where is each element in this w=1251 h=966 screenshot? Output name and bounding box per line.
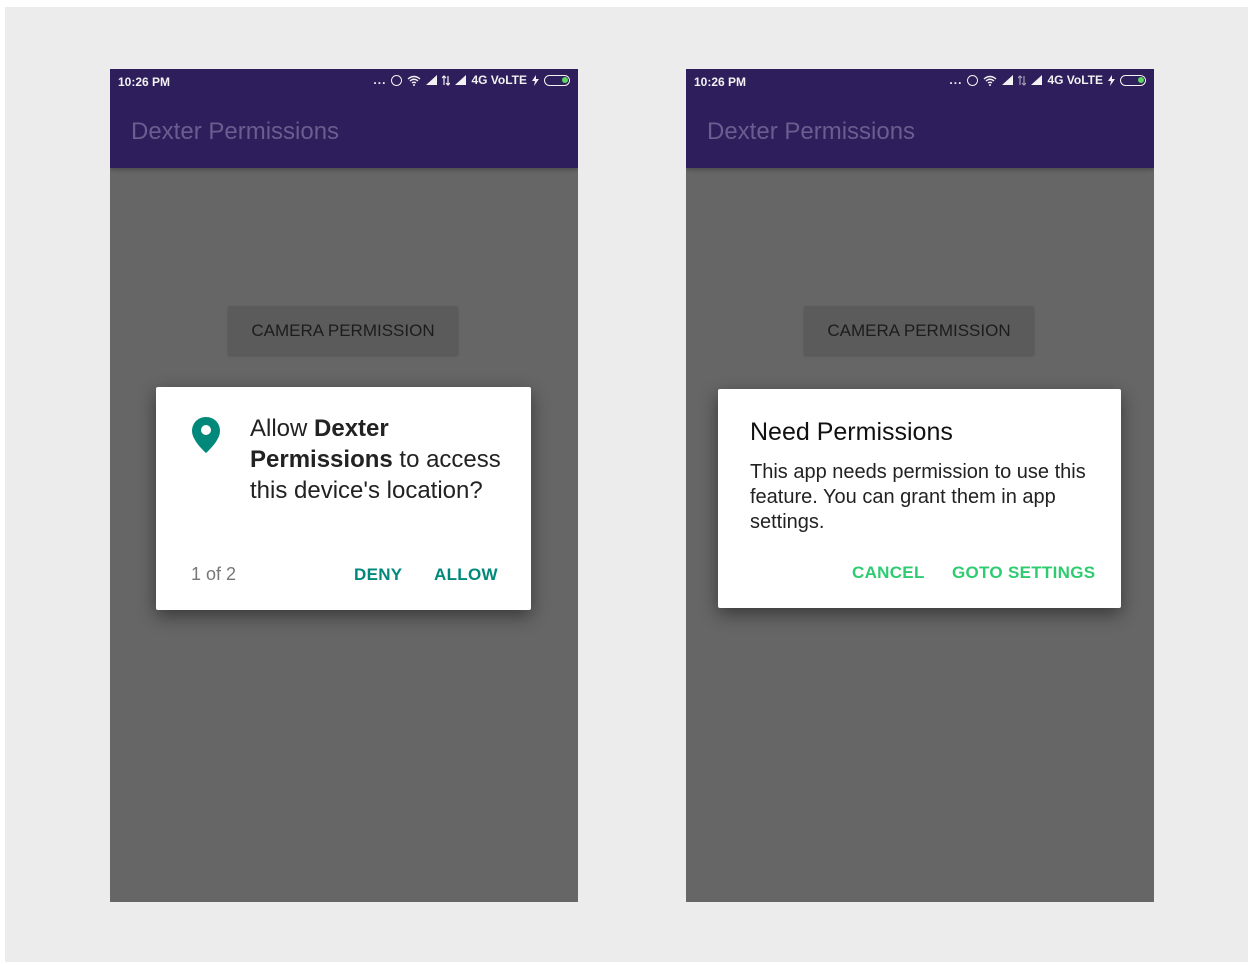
app-bar: 10:26 PM ... 4G VoLTE Dexter Permissions	[686, 69, 1154, 168]
camera-permission-button[interactable]: CAMERA PERMISSION	[804, 306, 1034, 355]
battery-icon	[544, 74, 570, 86]
status-bar: 10:26 PM ... 4G VoLTE	[686, 69, 1154, 95]
cancel-button[interactable]: CANCEL	[852, 563, 925, 583]
permission-text-prefix: Allow	[250, 415, 315, 442]
wifi-icon	[407, 75, 421, 86]
signal-icon	[1031, 75, 1043, 85]
signal-icon	[455, 75, 467, 85]
status-icons: ... 4G VoLTE	[949, 73, 1146, 87]
notification-dots-icon: ...	[373, 73, 387, 87]
notification-dots-icon: ...	[949, 73, 963, 87]
status-icons: ... 4G VoLTE	[373, 73, 570, 87]
data-transfer-icon	[1018, 74, 1027, 86]
goto-settings-button[interactable]: GOTO SETTINGS	[952, 563, 1095, 583]
location-pin-icon	[192, 417, 220, 453]
alarm-icon	[967, 74, 979, 86]
app-bar: 10:26 PM ... 4G VoLTE Dexter Permissions	[110, 69, 578, 168]
status-time: 10:26 PM	[118, 75, 171, 89]
charging-icon	[1108, 74, 1115, 86]
app-title: Dexter Permissions	[707, 118, 916, 145]
wifi-icon	[983, 75, 997, 86]
deny-button[interactable]: DENY	[354, 565, 402, 585]
status-bar: 10:26 PM ... 4G VoLTE	[110, 69, 578, 95]
status-time: 10:26 PM	[694, 75, 747, 89]
alarm-icon	[391, 74, 403, 86]
need-permissions-dialog: Need Permissions This app needs permissi…	[718, 389, 1121, 608]
app-title: Dexter Permissions	[131, 118, 340, 145]
permission-counter: 1 of 2	[191, 564, 237, 584]
permission-message: Allow Dexter Permissions to access this …	[250, 413, 510, 506]
location-permission-dialog: Allow Dexter Permissions to access this …	[156, 387, 531, 610]
phone-screen-right: 10:26 PM ... 4G VoLTE Dexter Permissions…	[686, 69, 1154, 902]
signal-icon	[1002, 75, 1014, 85]
network-label: 4G VoLTE	[1047, 73, 1103, 87]
network-label: 4G VoLTE	[471, 73, 527, 87]
dialog-title: Need Permissions	[750, 418, 953, 446]
charging-icon	[532, 74, 539, 86]
signal-icon	[426, 75, 438, 85]
allow-button[interactable]: ALLOW	[434, 565, 498, 585]
dialog-message: This app needs permission to use this fe…	[750, 461, 1086, 533]
phone-screen-left: 10:26 PM ... 4G VoLTE Dexter Permissions…	[110, 69, 578, 902]
camera-permission-button[interactable]: CAMERA PERMISSION	[228, 306, 458, 355]
data-transfer-icon	[442, 74, 451, 86]
battery-icon	[1120, 74, 1146, 86]
